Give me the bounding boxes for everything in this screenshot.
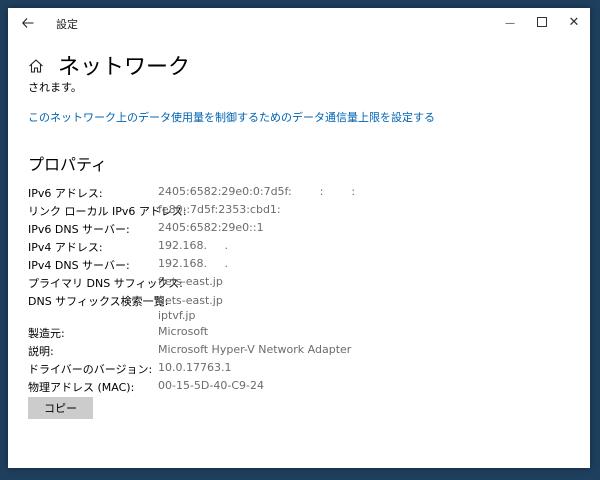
title-bar: 設定 — ✕ bbox=[8, 8, 590, 38]
minimize-icon: — bbox=[505, 18, 515, 29]
property-value: 192.168. . bbox=[158, 257, 228, 270]
property-value: fe80::7d5f:2353:cbd1: bbox=[158, 203, 281, 216]
maximize-icon bbox=[537, 16, 547, 27]
property-label: IPv6 DNS サーバー: bbox=[28, 223, 130, 236]
back-arrow-icon bbox=[22, 18, 34, 28]
property-label: 物理アドレス (MAC): bbox=[28, 381, 135, 394]
properties-heading: プロパティ bbox=[28, 155, 108, 174]
home-icon bbox=[29, 59, 43, 73]
property-value: flets-east.jp iptvf.jp bbox=[158, 294, 223, 322]
property-value: 2405:6582:29e0:0:7d5f: : : bbox=[158, 185, 356, 198]
home-button[interactable] bbox=[28, 58, 44, 74]
property-value: Microsoft bbox=[158, 325, 209, 338]
copy-button[interactable]: コピー bbox=[28, 397, 93, 419]
property-label: IPv4 DNS サーバー: bbox=[28, 259, 130, 272]
property-value: 00-15-5D-40-C9-24 bbox=[158, 379, 264, 392]
maximize-button[interactable] bbox=[526, 8, 558, 38]
property-label: IPv6 アドレス: bbox=[28, 187, 103, 200]
close-button[interactable]: ✕ bbox=[558, 8, 590, 38]
window-title: 設定 bbox=[56, 18, 78, 31]
property-value: 192.168. . bbox=[158, 239, 228, 252]
settings-window: 設定 — ✕ ネットワーク されます。 このネットワーク上のデータ使用量を制御す… bbox=[8, 8, 590, 468]
set-data-limit-link[interactable]: このネットワーク上のデータ使用量を制御するためのデータ通信量上限を設定する bbox=[28, 109, 435, 125]
property-value: flets-east.jp bbox=[158, 275, 223, 288]
property-value: Microsoft Hyper-V Network Adapter bbox=[158, 343, 352, 356]
page-title: ネットワーク bbox=[58, 55, 191, 80]
property-value: 10.0.17763.1 bbox=[158, 361, 232, 374]
property-label: ドライバーのバージョン: bbox=[28, 363, 153, 376]
property-label: 製造元: bbox=[28, 327, 65, 340]
property-label: IPv4 アドレス: bbox=[28, 241, 103, 254]
partial-description-text: されます。 bbox=[28, 81, 82, 94]
property-value: 2405:6582:29e0::1 bbox=[158, 221, 264, 234]
back-button[interactable] bbox=[18, 14, 38, 32]
property-label: 説明: bbox=[28, 345, 54, 358]
close-icon: ✕ bbox=[568, 15, 580, 30]
property-label: DNS サフィックス検索一覧: bbox=[28, 295, 169, 308]
minimize-button[interactable]: — bbox=[494, 8, 526, 38]
